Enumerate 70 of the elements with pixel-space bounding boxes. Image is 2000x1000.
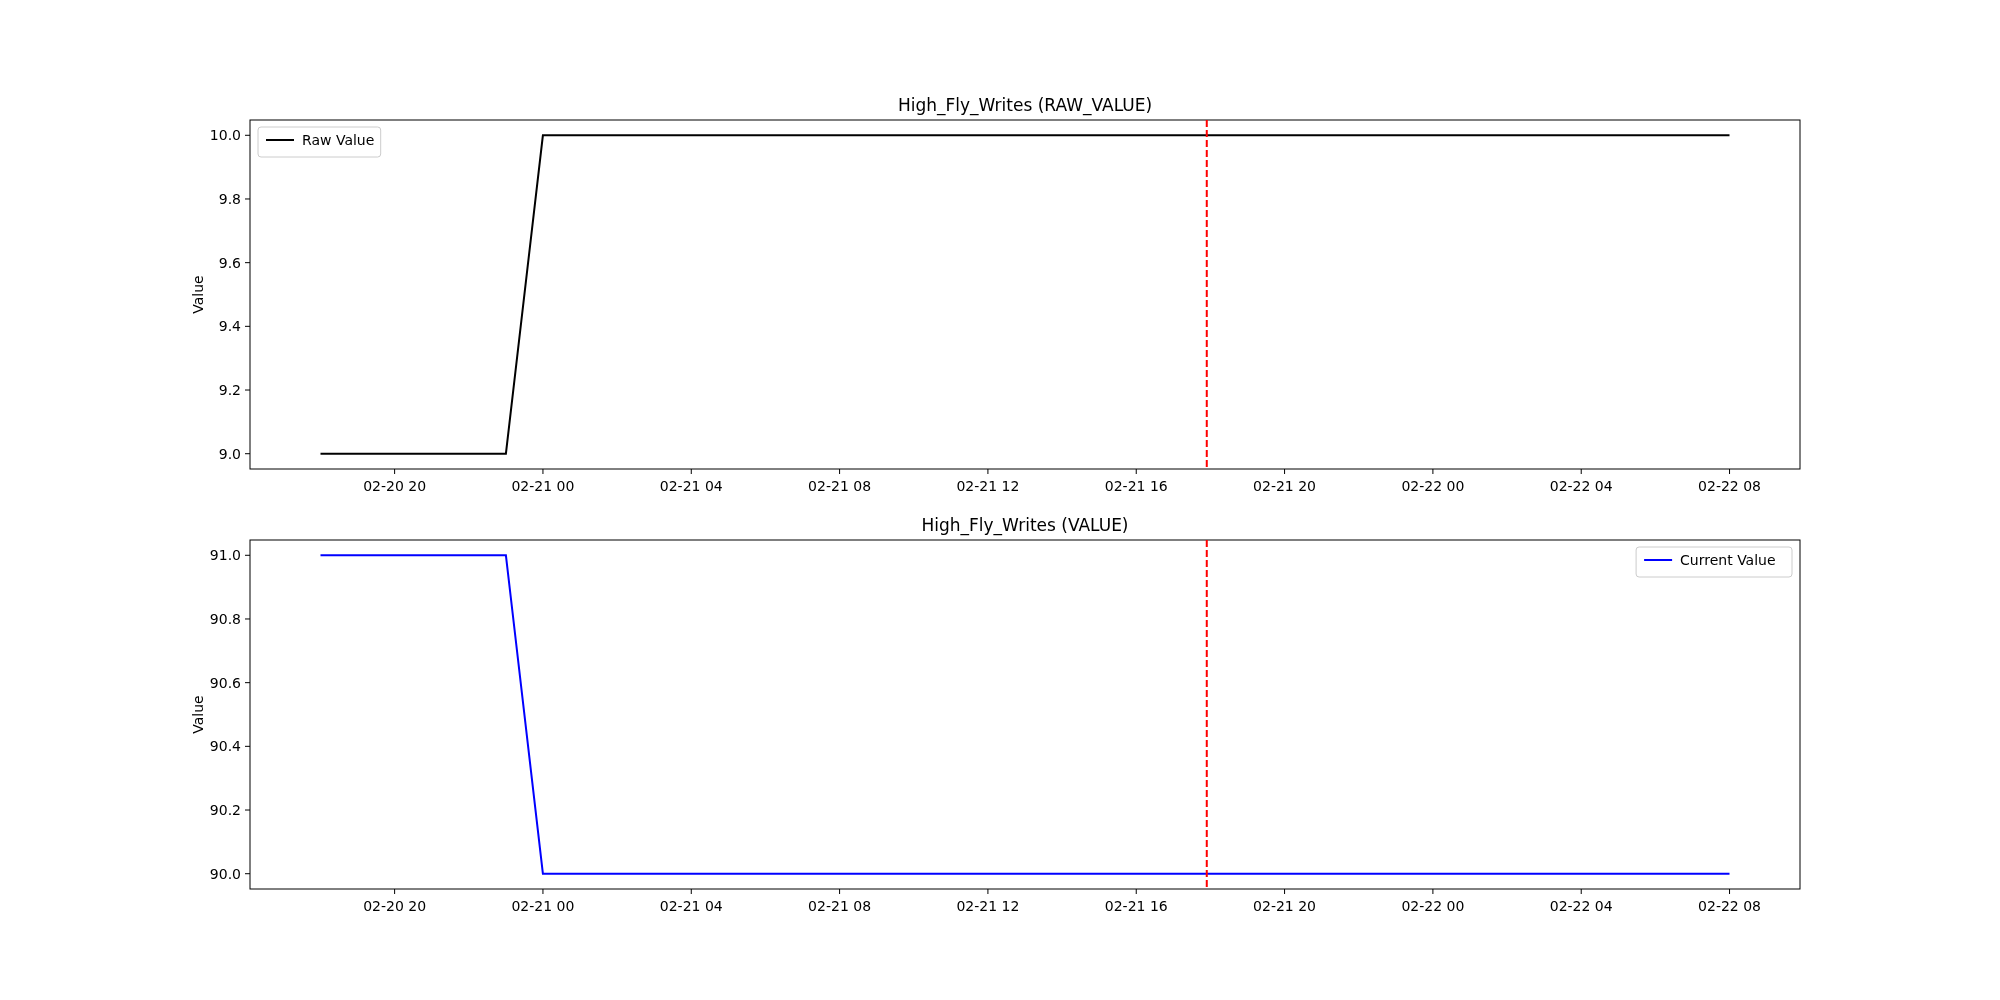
tick-label: 9.6 xyxy=(218,254,241,271)
tick-label: 02-22 08 xyxy=(1698,478,1761,494)
tick-mark xyxy=(987,468,989,475)
tick-label: 02-21 00 xyxy=(511,898,575,914)
tick-label: 02-22 04 xyxy=(1549,898,1613,914)
legend-label: Raw Value xyxy=(302,132,375,148)
tick-label: 02-20 20 xyxy=(363,478,427,494)
tick-label: 02-21 08 xyxy=(808,478,872,494)
tick-mark xyxy=(987,888,989,895)
tick-label: 02-22 04 xyxy=(1549,478,1613,494)
tick-mark xyxy=(1135,888,1137,895)
tick-label: 90.0 xyxy=(209,865,241,882)
tick-mark xyxy=(244,873,251,875)
tick-label: 10.0 xyxy=(209,127,241,144)
tick-mark xyxy=(1729,888,1731,895)
tick-mark xyxy=(244,389,251,391)
chart-title: High_Fly_Writes (RAW_VALUE) xyxy=(897,95,1153,115)
tick-mark xyxy=(1729,468,1731,475)
tick-label: 02-22 00 xyxy=(1401,898,1465,914)
tick-label: 02-21 20 xyxy=(1253,478,1317,494)
tick-mark xyxy=(244,134,251,136)
tick-mark xyxy=(1580,468,1582,475)
tick-mark xyxy=(1432,888,1434,895)
tick-label: 02-21 08 xyxy=(808,898,872,914)
tick-mark xyxy=(690,888,692,895)
tick-label: 91.0 xyxy=(209,547,241,564)
tick-label: 02-21 12 xyxy=(956,478,1020,494)
tick-mark xyxy=(244,618,251,620)
tick-mark xyxy=(244,809,251,811)
tick-label: 9.8 xyxy=(218,190,241,207)
tick-mark xyxy=(244,554,251,556)
tick-mark xyxy=(244,682,251,684)
tick-label: 02-21 16 xyxy=(1104,898,1168,914)
tick-mark xyxy=(244,325,251,327)
tick-label: 02-21 12 xyxy=(956,898,1020,914)
tick-mark xyxy=(1135,468,1137,475)
tick-label: 02-22 00 xyxy=(1401,478,1465,494)
axis-label: Value xyxy=(190,275,206,314)
tick-label: 9.2 xyxy=(218,382,241,399)
tick-mark xyxy=(244,262,251,264)
tick-mark xyxy=(1580,888,1582,895)
tick-mark xyxy=(244,198,251,200)
tick-label: 02-21 20 xyxy=(1253,898,1317,914)
tick-mark xyxy=(839,468,841,475)
legend-label: Current Value xyxy=(1680,552,1776,568)
tick-mark xyxy=(542,468,544,475)
tick-mark xyxy=(839,888,841,895)
tick-mark xyxy=(394,468,396,475)
tick-mark xyxy=(1432,468,1434,475)
chart-title: High_Fly_Writes (VALUE) xyxy=(921,515,1129,535)
tick-mark xyxy=(542,888,544,895)
tick-label: 90.6 xyxy=(209,674,241,691)
tick-mark xyxy=(1284,468,1286,475)
tick-label: 02-21 16 xyxy=(1104,478,1168,494)
tick-label: 02-20 20 xyxy=(363,898,427,914)
tick-label: 90.2 xyxy=(209,802,241,819)
tick-label: 9.4 xyxy=(218,318,241,335)
tick-label: 02-21 04 xyxy=(659,898,723,914)
tick-label: 02-21 04 xyxy=(659,478,723,494)
tick-mark xyxy=(1284,888,1286,895)
axis-label: Value xyxy=(190,695,206,734)
tick-mark xyxy=(394,888,396,895)
tick-label: 02-22 08 xyxy=(1698,898,1761,914)
tick-label: 02-21 00 xyxy=(511,478,575,494)
tick-mark xyxy=(690,468,692,475)
tick-mark xyxy=(244,745,251,747)
tick-label: 90.4 xyxy=(209,738,241,755)
tick-label: 90.8 xyxy=(209,610,241,627)
tick-mark xyxy=(244,453,251,455)
tick-label: 9.0 xyxy=(218,445,241,462)
